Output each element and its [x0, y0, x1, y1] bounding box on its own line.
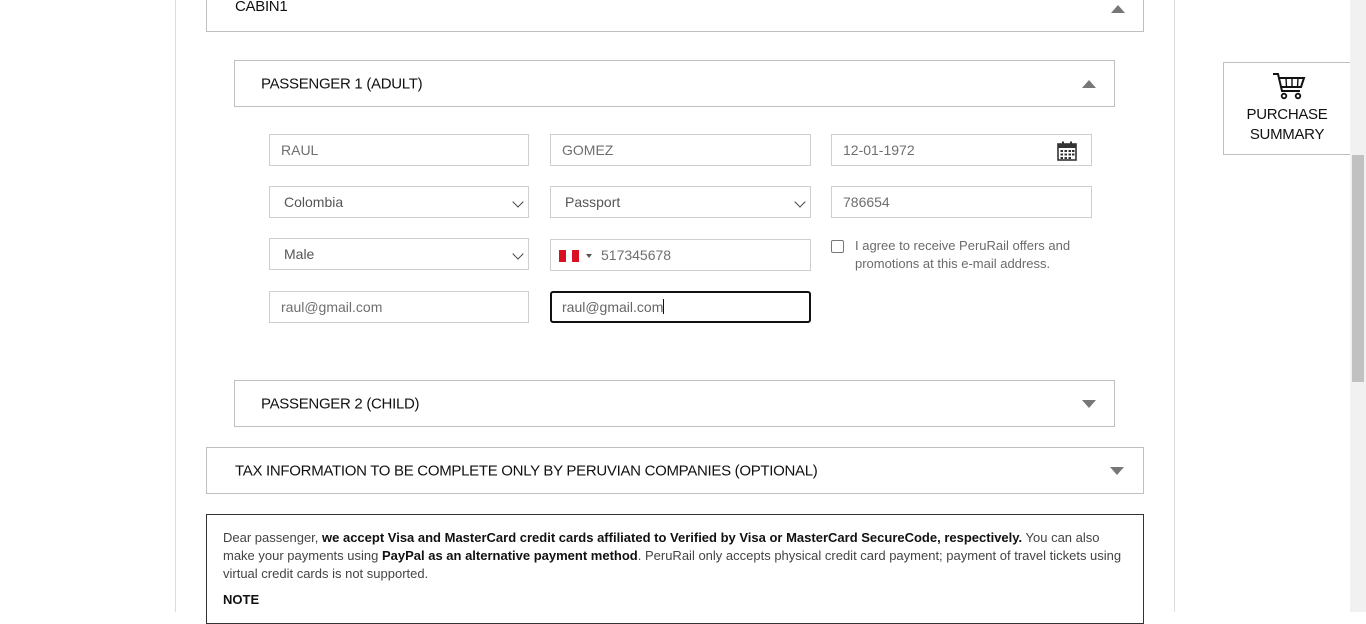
collapse-caret-icon[interactable]: [1111, 5, 1125, 13]
offers-consent-checkbox[interactable]: [831, 240, 844, 253]
cabin-title: CABIN1: [235, 0, 288, 15]
expand-caret-icon[interactable]: [1110, 467, 1124, 475]
purchase-summary-label: PURCHASE SUMMARY: [1224, 105, 1350, 145]
document-type-value: Passport: [565, 194, 621, 210]
caret-down-icon[interactable]: [586, 254, 592, 258]
notice-text-2: we accept Visa and MasterCard credit car…: [322, 530, 1023, 545]
phone-input[interactable]: 517345678: [550, 239, 811, 271]
vertical-scrollbar[interactable]: [1350, 0, 1366, 612]
collapse-caret-icon[interactable]: [1082, 80, 1096, 88]
calendar-icon[interactable]: [1057, 141, 1077, 161]
note-title: NOTE: [223, 592, 260, 607]
payment-notice: Dear passenger, we accept Visa and Maste…: [206, 514, 1144, 624]
scrollbar-thumb[interactable]: [1352, 155, 1364, 382]
offers-consent-label[interactable]: I agree to receive PeruRail offers and p…: [855, 237, 1090, 273]
passenger-2-accordion[interactable]: PASSENGER 2 (CHILD): [234, 380, 1115, 427]
gender-value: Male: [284, 246, 315, 262]
country-value: Colombia: [284, 194, 344, 210]
document-type-select[interactable]: Passport: [550, 186, 811, 218]
country-select[interactable]: Colombia: [269, 186, 529, 218]
expand-caret-icon[interactable]: [1082, 400, 1096, 408]
birth-date-input[interactable]: 12-01-1972: [831, 134, 1092, 166]
confirm-email-value: raul@gmail.com: [562, 299, 664, 315]
tax-information-accordion[interactable]: TAX INFORMATION TO BE COMPLETE ONLY BY P…: [206, 447, 1144, 494]
chevron-down-icon: [512, 248, 524, 260]
cabin-accordion[interactable]: CABIN1: [206, 0, 1144, 32]
passenger-1-title: PASSENGER 1 (ADULT): [261, 75, 423, 92]
purchase-summary-line-1: PURCHASE: [1246, 106, 1328, 123]
email-input[interactable]: raul@gmail.com: [269, 291, 529, 323]
first-name-input[interactable]: RAUL: [269, 134, 529, 166]
passenger-1-accordion[interactable]: PASSENGER 1 (ADULT): [234, 60, 1115, 107]
purchase-summary-line-2: SUMMARY: [1249, 126, 1325, 143]
cart-icon: [1273, 73, 1306, 100]
last-name-input[interactable]: GOMEZ: [550, 134, 811, 166]
notice-text-1: Dear passenger,: [223, 530, 323, 545]
purchase-summary-button[interactable]: PURCHASE SUMMARY: [1223, 62, 1350, 155]
document-number-input[interactable]: 786654: [831, 186, 1092, 218]
peru-flag-icon[interactable]: [559, 250, 580, 262]
phone-value: 517345678: [601, 247, 672, 263]
gender-select[interactable]: Male: [269, 238, 529, 270]
chevron-down-icon: [794, 196, 806, 208]
birth-date-value: 12-01-1972: [843, 142, 915, 158]
notice-text-4: PayPal as an alternative payment method: [381, 548, 638, 563]
passenger-2-title: PASSENGER 2 (CHILD): [261, 395, 420, 412]
chevron-down-icon: [512, 196, 524, 208]
confirm-email-input[interactable]: raul@gmail.com: [550, 291, 811, 323]
tax-information-title: TAX INFORMATION TO BE COMPLETE ONLY BY P…: [235, 462, 818, 479]
text-cursor: [663, 299, 665, 314]
